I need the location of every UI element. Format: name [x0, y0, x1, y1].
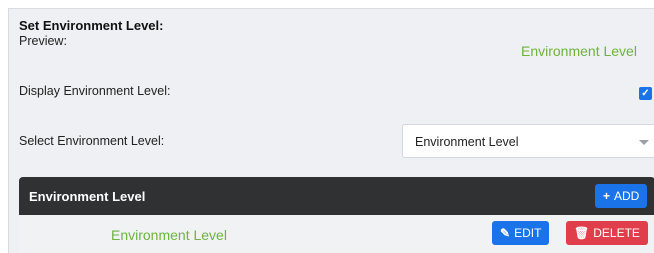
edit-button[interactable]: ✎ EDIT: [492, 221, 550, 245]
delete-button-label: DELETE: [593, 226, 640, 240]
display-environment-label: Display Environment Level:: [19, 84, 171, 98]
preview-value: Environment Level: [521, 43, 637, 59]
check-icon: ✓: [641, 88, 650, 99]
display-environment-checkbox[interactable]: ✓: [639, 87, 652, 100]
trash-icon: 🗑: [574, 226, 590, 240]
delete-button[interactable]: 🗑 DELETE: [566, 221, 648, 245]
edit-button-label: EDIT: [514, 226, 542, 240]
section-title: Set Environment Level:: [19, 18, 164, 33]
caret-down-icon: [639, 140, 649, 145]
pencil-icon: ✎: [500, 226, 511, 240]
row-environment-name: Environment Level: [111, 227, 227, 243]
environment-table-header: Environment Level + ADD: [19, 177, 654, 215]
plus-icon: +: [603, 189, 611, 203]
add-button-label: ADD: [614, 189, 640, 203]
select-value: Environment Level: [415, 135, 519, 149]
environment-level-select[interactable]: Environment Level: [402, 124, 654, 158]
table-row: Environment Level ✎ EDIT 🗑 DELETE: [19, 215, 654, 253]
table-title: Environment Level: [29, 189, 146, 204]
preview-label: Preview:: [19, 34, 67, 48]
select-environment-label: Select Environment Level:: [19, 134, 165, 148]
add-button[interactable]: + ADD: [595, 184, 648, 208]
environment-level-panel: Set Environment Level: Preview: Environm…: [8, 8, 654, 253]
